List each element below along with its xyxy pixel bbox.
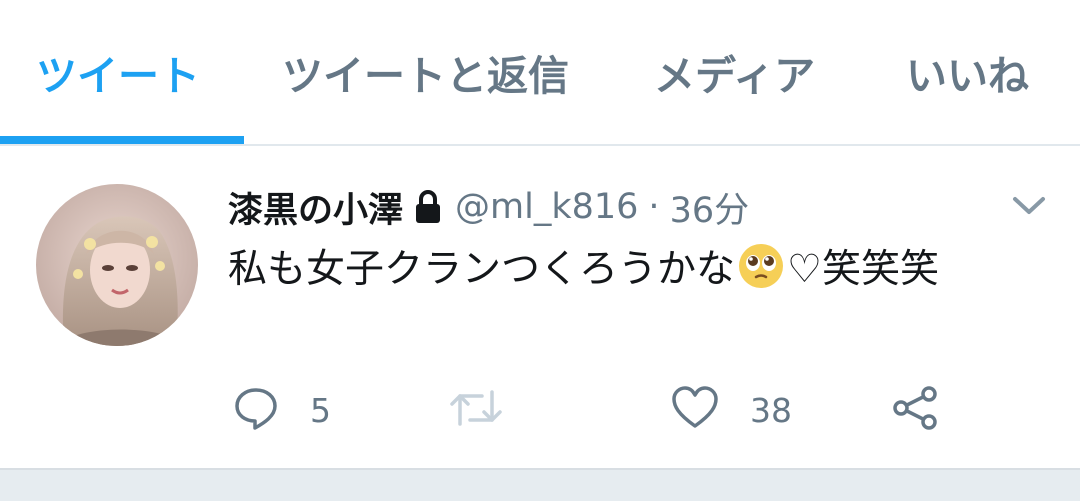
tab-tweets[interactable]: ツイート [36, 46, 200, 106]
tab-media[interactable]: メディア [654, 46, 815, 106]
tweet-card[interactable]: 漆黒の小澤 @ml_k816 · 36分 私も女子クランつくろうかな ♡笑笑笑 … [0, 146, 1080, 468]
like-button[interactable]: 38 [670, 380, 792, 440]
retweet-button[interactable] [448, 380, 534, 440]
timestamp[interactable]: 36分 [670, 182, 750, 233]
user-handle[interactable]: @ml_k816 [455, 187, 638, 227]
lock-icon [413, 189, 443, 225]
retweet-icon [448, 384, 504, 436]
timeline-divider [0, 468, 1080, 501]
share-button[interactable] [890, 380, 940, 440]
tweet-text-main: 私も女子クランつくろうかな [228, 247, 736, 292]
tweet-text-end: ♡笑笑笑 [787, 247, 939, 292]
heart-icon [670, 384, 720, 436]
chevron-down-icon[interactable] [1012, 194, 1046, 218]
reply-count: 5 [310, 390, 331, 430]
tweet-text: 私も女子クランつくろうかな ♡笑笑笑 [228, 238, 939, 294]
like-count: 38 [750, 390, 792, 430]
profile-tabs: ツイート ツイートと返信 メディア いいね [0, 0, 1080, 146]
tab-likes[interactable]: いいね [906, 46, 1029, 106]
reply-button[interactable]: 5 [232, 380, 331, 440]
reply-icon [232, 384, 280, 436]
separator-dot: · [648, 187, 660, 227]
share-icon [890, 384, 940, 436]
tab-tweets-and-replies[interactable]: ツイートと返信 [282, 46, 569, 106]
display-name[interactable]: 漆黒の小澤 [228, 182, 403, 233]
pleading-face-emoji [737, 242, 785, 290]
tweet-actions: 5 38 [0, 380, 1080, 440]
avatar[interactable] [36, 184, 198, 346]
active-tab-indicator [0, 136, 244, 144]
tweet-header: 漆黒の小澤 @ml_k816 · 36分 [228, 182, 749, 232]
